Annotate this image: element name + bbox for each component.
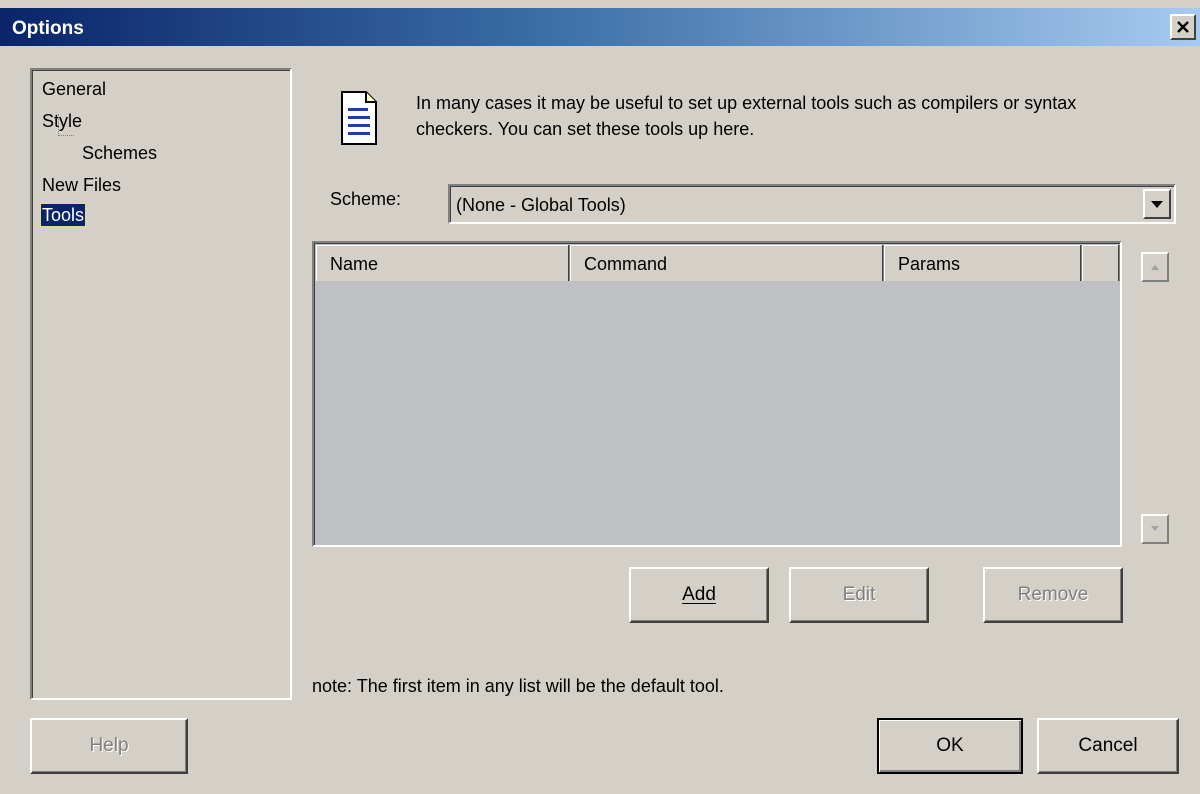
- close-icon: [1177, 21, 1189, 33]
- window-title: Options: [12, 18, 84, 39]
- column-header-params[interactable]: Params: [884, 245, 1082, 281]
- help-button[interactable]: Help: [30, 718, 188, 774]
- column-header-filler: [1082, 245, 1120, 281]
- remove-button-label: Remove: [1017, 584, 1089, 605]
- column-header-command[interactable]: Command: [570, 245, 884, 281]
- tree-item-general[interactable]: General: [42, 78, 106, 100]
- document-icon: [338, 88, 380, 153]
- description-text: In many cases it may be useful to set up…: [416, 93, 1077, 139]
- scheme-value: (None - Global Tools): [456, 195, 626, 215]
- arrow-down-icon: [1151, 526, 1159, 531]
- column-header-name[interactable]: Name: [316, 245, 570, 281]
- title-bar: Options: [0, 8, 1200, 46]
- add-button[interactable]: Add: [629, 567, 769, 623]
- close-button[interactable]: [1170, 14, 1196, 40]
- default-tool-note: note: The first item in any list will be…: [312, 676, 724, 696]
- list-header: Name Command Params: [316, 245, 1120, 281]
- cancel-button-label: Cancel: [1078, 735, 1138, 756]
- dropdown-arrow-button[interactable]: [1143, 189, 1171, 219]
- ok-button-label: OK: [936, 735, 964, 756]
- edit-button-label: Edit: [842, 584, 876, 605]
- move-down-button[interactable]: [1141, 514, 1169, 544]
- ok-button[interactable]: OK: [877, 718, 1023, 774]
- help-button-label: Help: [89, 735, 129, 756]
- tools-list[interactable]: Name Command Params: [312, 241, 1122, 547]
- options-tree[interactable]: General Style Schemes New Files Tools: [30, 68, 292, 700]
- tree-connector: [58, 114, 74, 136]
- arrow-up-icon: [1151, 265, 1159, 270]
- add-button-label: Add: [682, 584, 716, 605]
- scheme-dropdown[interactable]: (None - Global Tools): [448, 184, 1176, 224]
- move-up-button[interactable]: [1141, 252, 1169, 282]
- remove-button[interactable]: Remove: [983, 567, 1123, 623]
- tree-item-schemes[interactable]: Schemes: [82, 142, 157, 164]
- cancel-button[interactable]: Cancel: [1037, 718, 1179, 774]
- tree-item-new-files[interactable]: New Files: [42, 174, 121, 196]
- edit-button[interactable]: Edit: [789, 567, 929, 623]
- tree-item-tools[interactable]: Tools: [39, 203, 87, 227]
- scheme-label: Scheme:: [330, 189, 402, 209]
- chevron-down-icon: [1151, 201, 1163, 208]
